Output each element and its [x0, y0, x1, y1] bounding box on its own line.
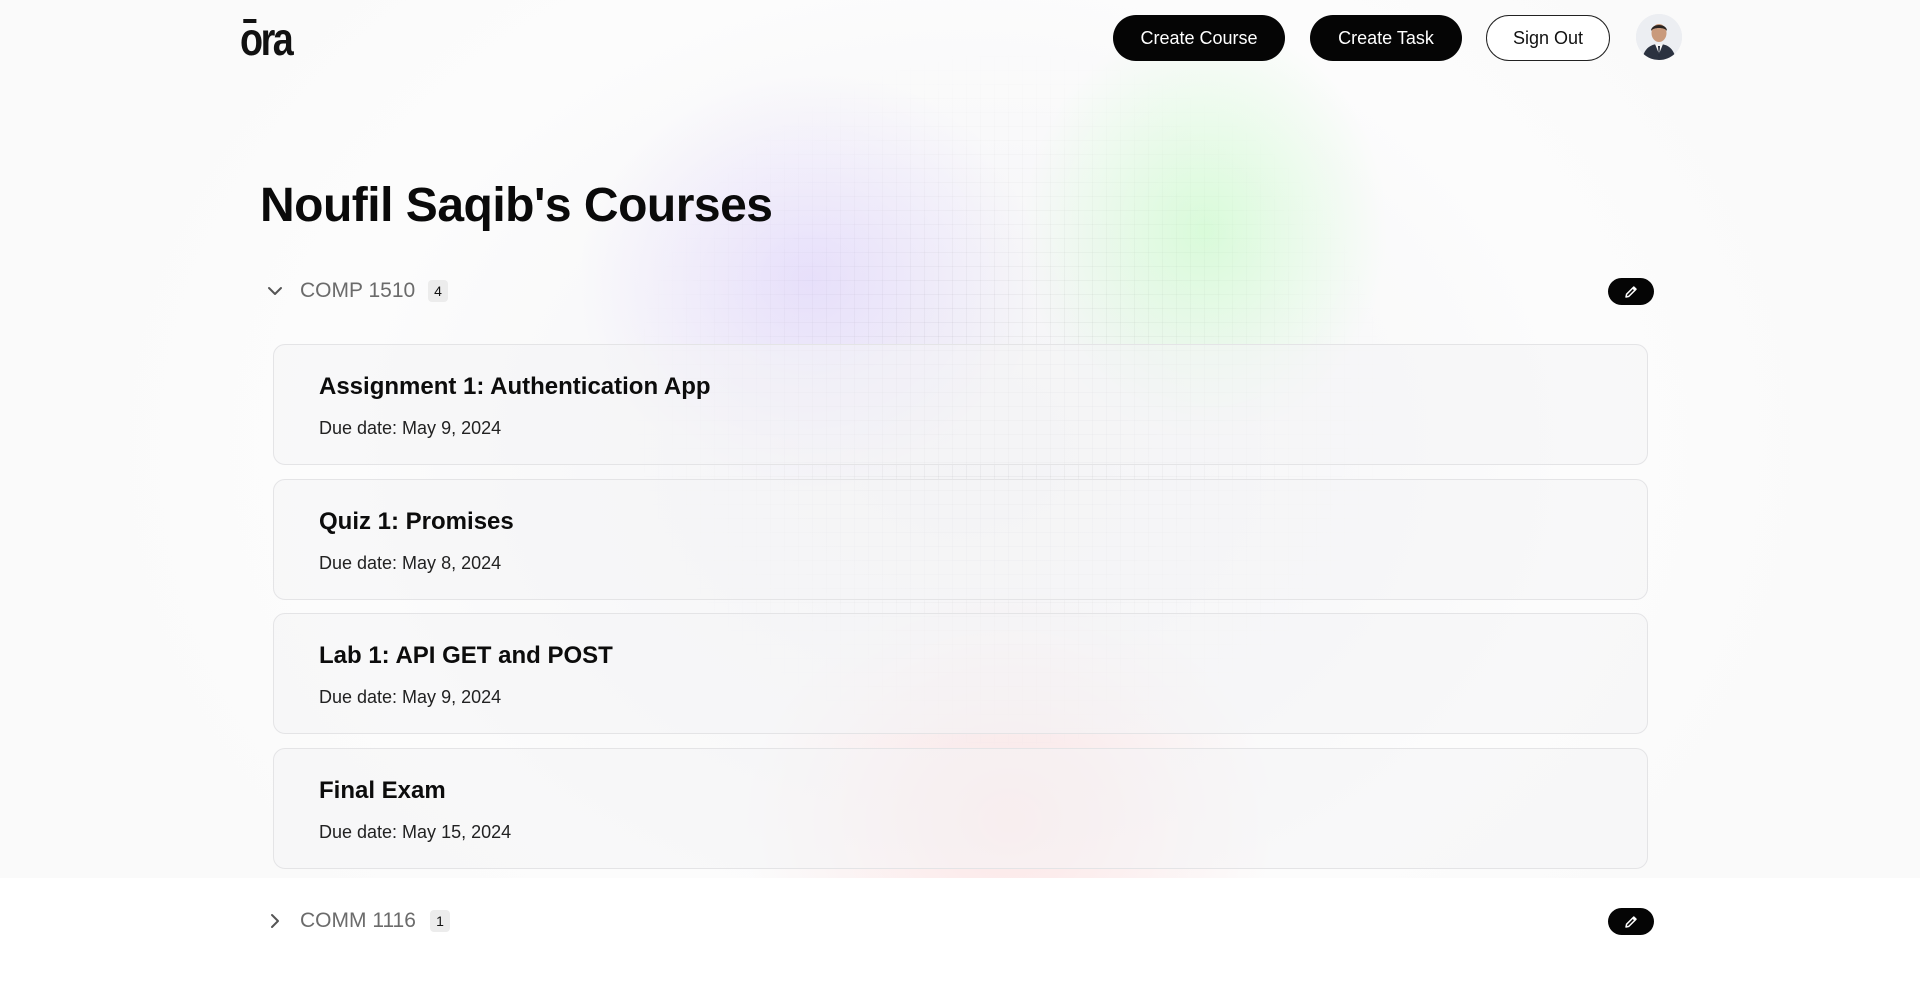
task-due-date: Due date: May 9, 2024 [319, 418, 502, 438]
course-code: COMP 1510 [300, 279, 416, 302]
task-due-date: Due date: May 15, 2024 [319, 822, 512, 842]
task-count-badge: 4 [428, 280, 448, 302]
logo-macron [243, 19, 257, 23]
course-header-comm-1116[interactable]: COMM 1116 1 [264, 901, 1656, 941]
chevron-down-icon[interactable] [264, 280, 286, 302]
task-card[interactable]: Final Exam Due date: May 15, 2024 [273, 748, 1648, 869]
chevron-right-icon[interactable] [264, 910, 286, 932]
ora-logo[interactable]: ora [240, 14, 294, 64]
task-card[interactable]: Quiz 1: Promises Due date: May 8, 2024 [273, 479, 1648, 600]
pencil-icon [1625, 285, 1637, 298]
task-title: Final Exam [319, 777, 446, 804]
create-task-button[interactable]: Create Task [1310, 15, 1462, 61]
task-title: Lab 1: API GET and POST [319, 642, 613, 669]
task-card[interactable]: Assignment 1: Authentication App Due dat… [273, 344, 1648, 465]
avatar[interactable] [1636, 14, 1682, 60]
course-code: COMM 1116 [300, 909, 416, 932]
sign-out-button[interactable]: Sign Out [1486, 15, 1610, 61]
page-title: Noufil Saqib's Courses [260, 179, 773, 232]
task-title: Quiz 1: Promises [319, 508, 514, 535]
edit-course-button[interactable] [1608, 278, 1654, 305]
task-due-date: Due date: May 9, 2024 [319, 687, 502, 707]
task-due-date: Due date: May 8, 2024 [319, 553, 502, 573]
task-title: Assignment 1: Authentication App [319, 373, 711, 400]
top-nav: ora Create Course Create Task Sign Out [0, 0, 1920, 80]
course-header-comp-1510[interactable]: COMP 1510 4 [264, 271, 1656, 311]
task-card[interactable]: Lab 1: API GET and POST Due date: May 9,… [273, 613, 1648, 734]
edit-course-button[interactable] [1608, 908, 1654, 935]
task-count-badge: 1 [430, 910, 450, 932]
pencil-icon [1625, 915, 1637, 928]
user-avatar-icon [1636, 14, 1682, 60]
create-course-button[interactable]: Create Course [1113, 15, 1285, 61]
